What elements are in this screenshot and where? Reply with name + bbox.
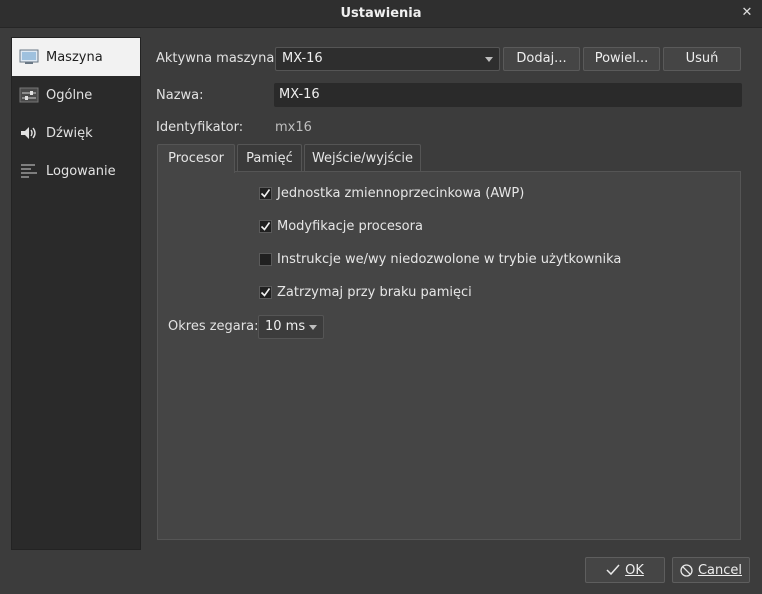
sidebar-item-label: Dźwięk (46, 125, 93, 141)
active-machine-value: MX-16 (282, 51, 323, 66)
clock-period-label: Okres zegara: (168, 319, 259, 334)
tab-wejscie-wyjscie[interactable]: Wejście/wyjście (304, 144, 421, 172)
add-machine-button[interactable]: Dodaj... (503, 47, 580, 71)
clock-period-select[interactable]: 10 ms (258, 315, 324, 339)
duplicate-machine-button[interactable]: Powiel... (583, 47, 660, 71)
tab-procesor[interactable]: Procesor (157, 144, 235, 173)
cancel-icon (680, 563, 693, 577)
sidebar-item-dzwiek[interactable]: Dźwięk (12, 114, 140, 152)
checkmark-icon (260, 188, 271, 198)
sidebar-item-label: Ogólne (46, 87, 93, 103)
log-lines-icon (18, 162, 40, 180)
tab-pamiec[interactable]: Pamięć (237, 144, 302, 172)
option-io-user-mode[interactable]: Instrukcje we/wy niedozwolone w trybie u… (259, 250, 621, 268)
identifier-label: Identyfikator: (156, 120, 244, 135)
option-cpu-mods[interactable]: Modyfikacje procesora (259, 217, 423, 235)
option-label: Modyfikacje procesora (277, 218, 423, 234)
fpu-checkbox[interactable] (259, 186, 272, 200)
sliders-icon (18, 86, 40, 104)
stop-no-memory-checkbox[interactable] (259, 285, 272, 299)
sidebar-item-maszyna[interactable]: Maszyna (12, 38, 140, 76)
ok-button[interactable]: OK (585, 557, 665, 583)
cancel-button[interactable]: Cancel (672, 557, 750, 583)
window-title: Ustawienia (340, 6, 422, 21)
sidebar-item-ogolne[interactable]: Ogólne (12, 76, 140, 114)
name-field[interactable]: MX-16 (274, 83, 742, 107)
processor-panel: Jednostka zmiennoprzecinkowa (AWP) Modyf… (157, 171, 741, 540)
cancel-label: Cancel (697, 562, 743, 578)
sidebar-item-label: Maszyna (46, 49, 103, 65)
sidebar-item-logowanie[interactable]: Logowanie (12, 152, 140, 190)
active-machine-select[interactable]: MX-16 (275, 47, 500, 71)
option-stop-no-memory[interactable]: Zatrzymaj przy braku pamięci (259, 283, 472, 301)
close-icon[interactable]: ✕ (738, 4, 756, 22)
clock-period-value: 10 ms (265, 319, 306, 334)
option-label: Instrukcje we/wy niedozwolone w trybie u… (277, 251, 622, 267)
speaker-icon (18, 124, 40, 142)
option-label: Jednostka zmiennoprzecinkowa (AWP) (277, 185, 525, 201)
io-user-mode-checkbox[interactable] (259, 252, 272, 266)
remove-machine-button[interactable]: Usuń (663, 47, 741, 71)
name-label: Nazwa: (156, 88, 204, 103)
sidebar-item-label: Logowanie (46, 163, 116, 179)
monitor-icon (18, 48, 40, 66)
checkmark-icon (260, 287, 271, 297)
checkmark-icon (260, 221, 271, 231)
chevron-down-icon (485, 57, 493, 62)
cpu-mods-checkbox[interactable] (259, 219, 272, 233)
sidebar: Maszyna Ogólne Dźwięk Logowanie (11, 37, 141, 550)
chevron-down-icon (309, 325, 317, 330)
option-fpu[interactable]: Jednostka zmiennoprzecinkowa (AWP) (259, 184, 524, 202)
checkmark-icon (606, 564, 620, 576)
identifier-value: mx16 (275, 120, 312, 135)
title-bar: Ustawienia ✕ (0, 0, 762, 28)
option-label: Zatrzymaj przy braku pamięci (277, 284, 472, 300)
ok-label: OK (625, 562, 644, 578)
active-machine-label: Aktywna maszyna: (156, 51, 279, 66)
